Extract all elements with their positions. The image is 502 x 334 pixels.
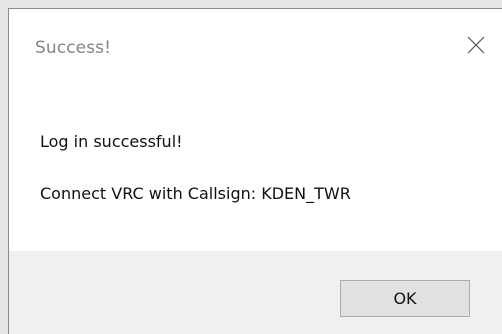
close-icon <box>467 36 485 54</box>
dialog-titlebar[interactable]: Success! <box>9 9 502 84</box>
close-button[interactable] <box>450 23 502 71</box>
dialog-title: Success! <box>35 38 112 58</box>
dialog-content: Log in successful! Connect VRC with Call… <box>9 84 502 251</box>
callsign-message: Connect VRC with Callsign: KDEN_TWR <box>40 184 351 203</box>
message-dialog: Success! Log in successful! Connect VRC … <box>8 8 502 334</box>
ok-button[interactable]: OK <box>340 280 470 317</box>
dialog-footer: OK <box>9 251 502 334</box>
success-message: Log in successful! <box>40 132 183 151</box>
